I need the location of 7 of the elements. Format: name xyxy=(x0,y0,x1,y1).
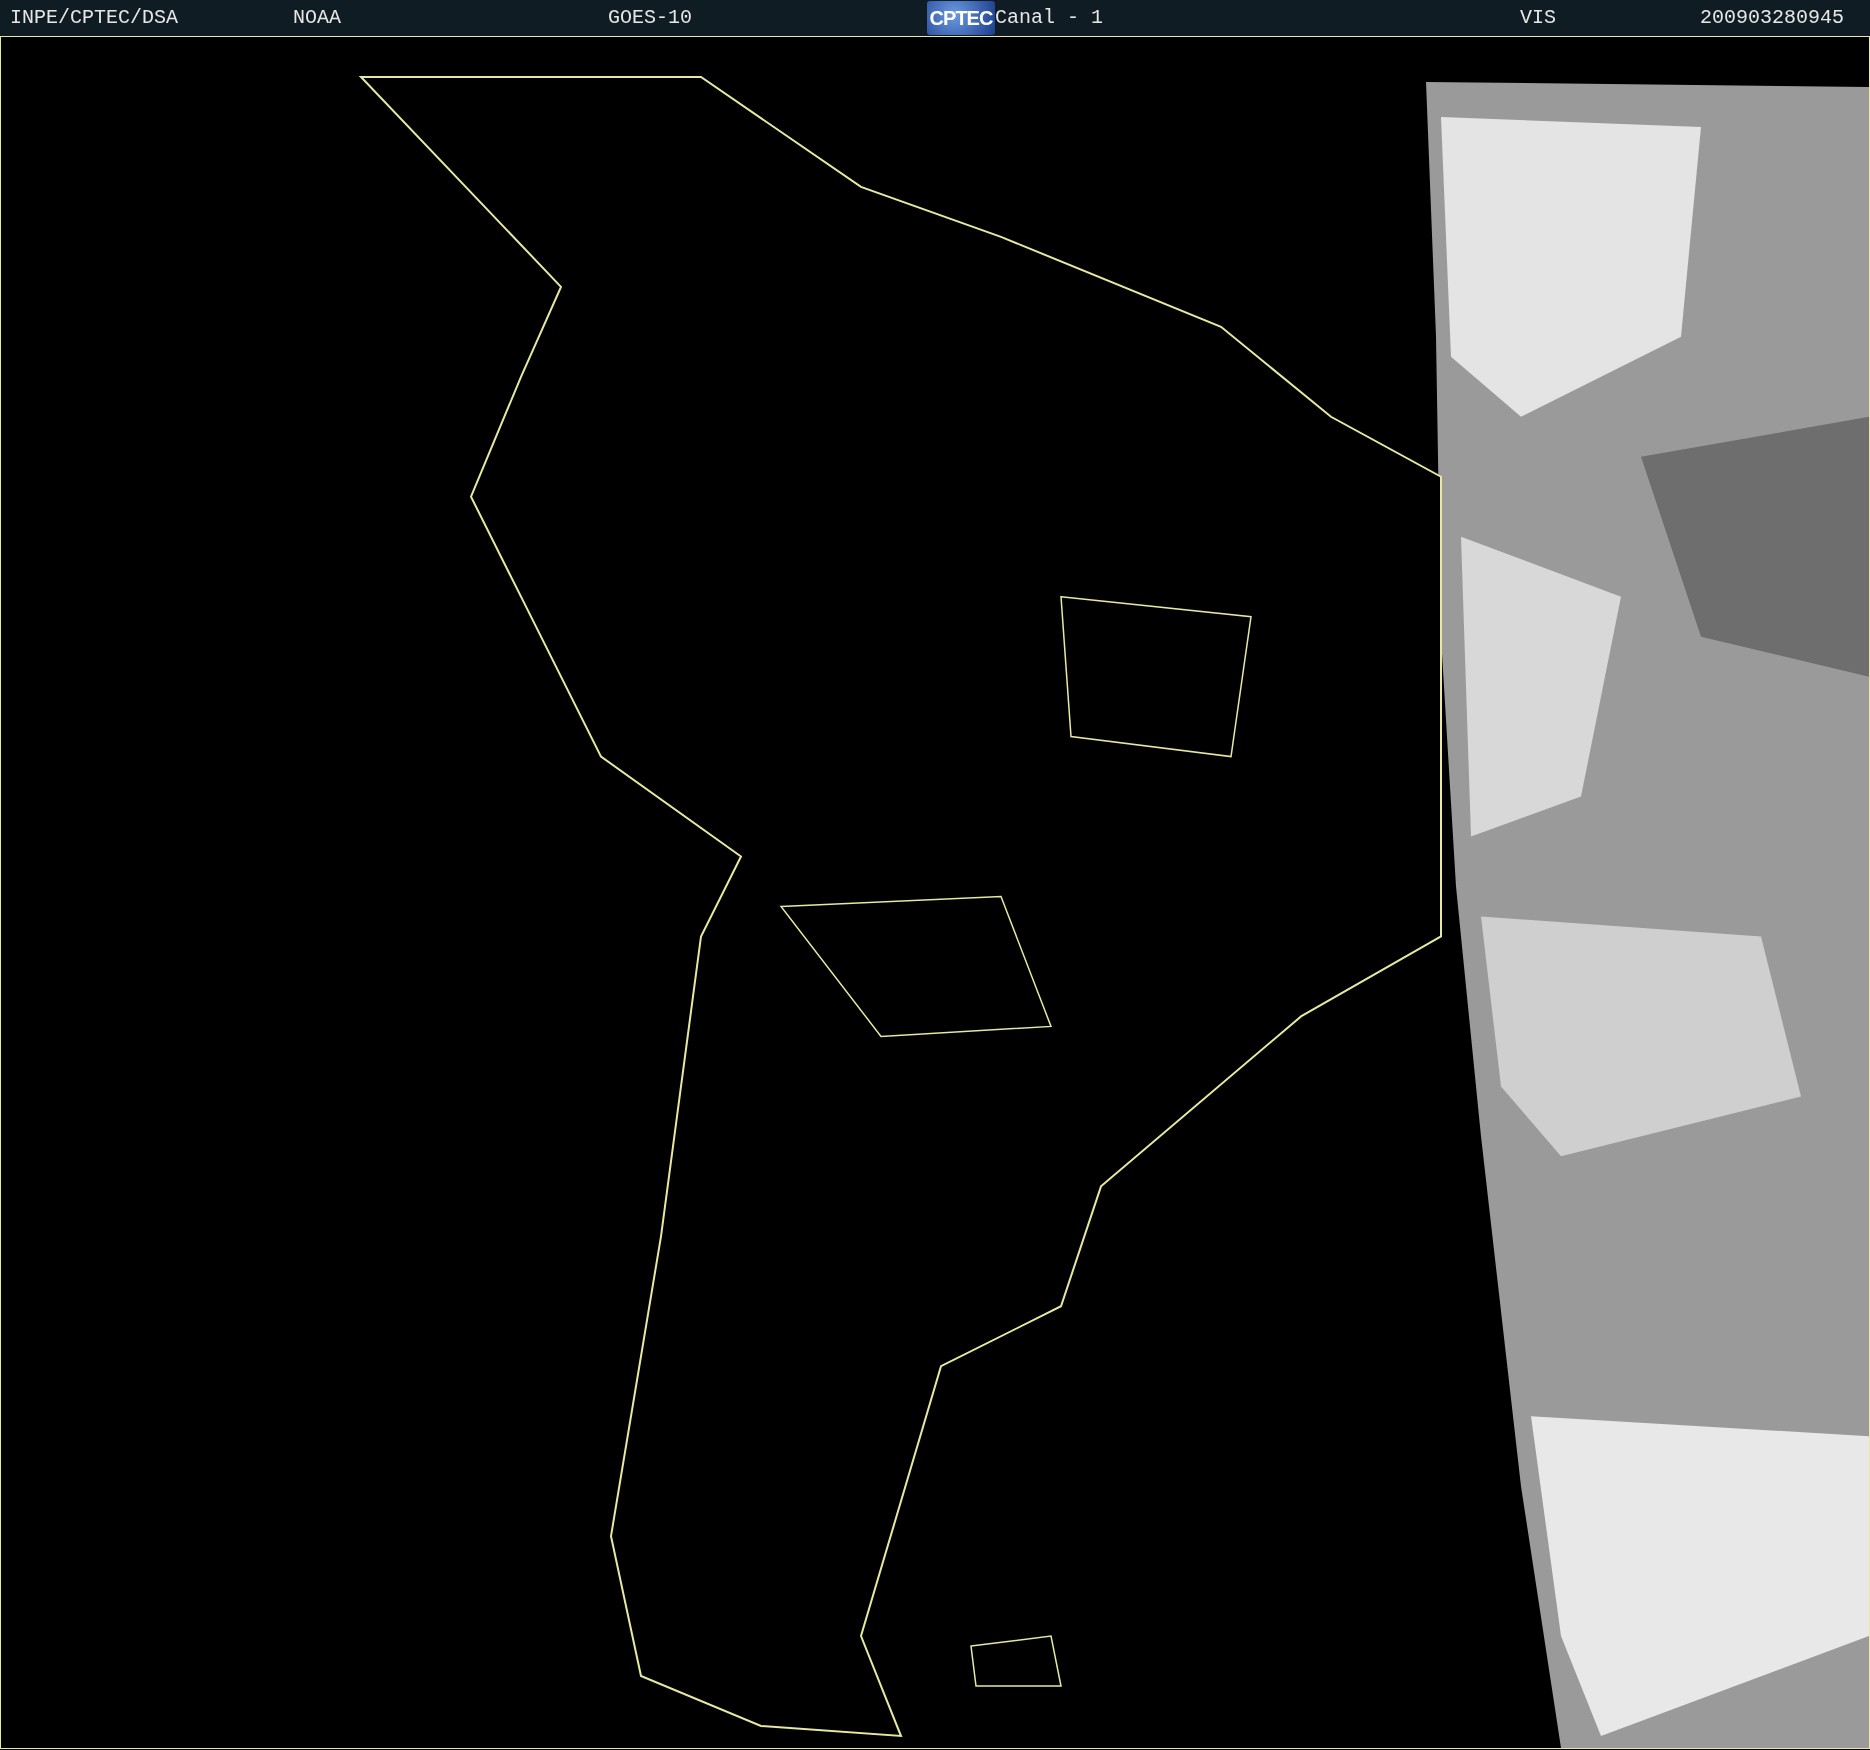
header-label: INPE/CPTEC/DSA xyxy=(10,5,180,31)
header-label: NOAA xyxy=(293,5,342,31)
header-label: GOES-10 xyxy=(608,5,693,31)
logo: CPTEC xyxy=(927,1,995,35)
header-label: Canal - 1 xyxy=(995,5,1105,31)
header-label: 200903280945 xyxy=(1700,5,1846,31)
header-label: VIS xyxy=(1520,5,1557,31)
